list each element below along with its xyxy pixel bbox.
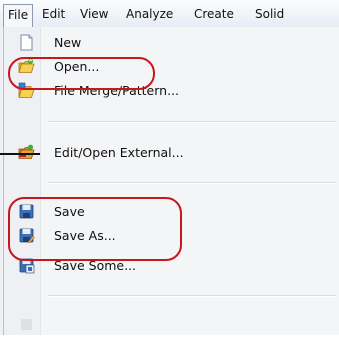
menu-item-label: Save: [54, 204, 85, 219]
separator-highlight: [48, 183, 336, 184]
menu-item-label: Edit/Open External...: [54, 145, 184, 160]
menu-file[interactable]: File: [3, 4, 34, 27]
menu-item-edit-open-external[interactable]: Edit/Open External...: [0, 141, 339, 165]
menu-create[interactable]: Create: [194, 5, 234, 23]
file-menu-dropdown: New Open... File Merge/Pattern... Edit/O…: [0, 27, 339, 335]
menu-item-save-some[interactable]: Save Some...: [0, 254, 339, 278]
save-icon: [18, 203, 35, 220]
menu-edit[interactable]: Edit: [42, 5, 65, 23]
menu-item-label: Open...: [54, 59, 100, 74]
menu-view[interactable]: View: [80, 5, 108, 23]
separator-highlight: [48, 122, 336, 123]
menu-item-label: Save As...: [54, 228, 116, 243]
left-edge-line: [0, 153, 40, 155]
new-file-icon: [18, 34, 35, 51]
separator-highlight: [48, 296, 336, 297]
open-folder-icon: [18, 58, 35, 75]
menu-item-label: File Merge/Pattern...: [54, 83, 180, 98]
menu-item-label: New: [54, 35, 82, 50]
menu-item-label: Save Some...: [54, 258, 137, 273]
save-some-icon: [18, 257, 35, 274]
menu-item-new[interactable]: New: [0, 31, 339, 55]
menu-bar: File Edit View Analyze Create Solid: [0, 0, 339, 29]
faded-item-icon: [18, 316, 35, 333]
save-as-icon: [18, 227, 35, 244]
menu-analyze[interactable]: Analyze: [126, 5, 173, 23]
menu-item-save-as[interactable]: Save As...: [0, 224, 339, 248]
menu-item-open[interactable]: Open...: [0, 55, 339, 79]
menu-item-save[interactable]: Save: [0, 200, 339, 224]
menu-item-file-merge-pattern[interactable]: File Merge/Pattern...: [0, 79, 339, 103]
menu-item-faded: [0, 313, 339, 337]
menu-solid[interactable]: Solid: [255, 5, 284, 23]
file-merge-icon: [18, 82, 35, 99]
